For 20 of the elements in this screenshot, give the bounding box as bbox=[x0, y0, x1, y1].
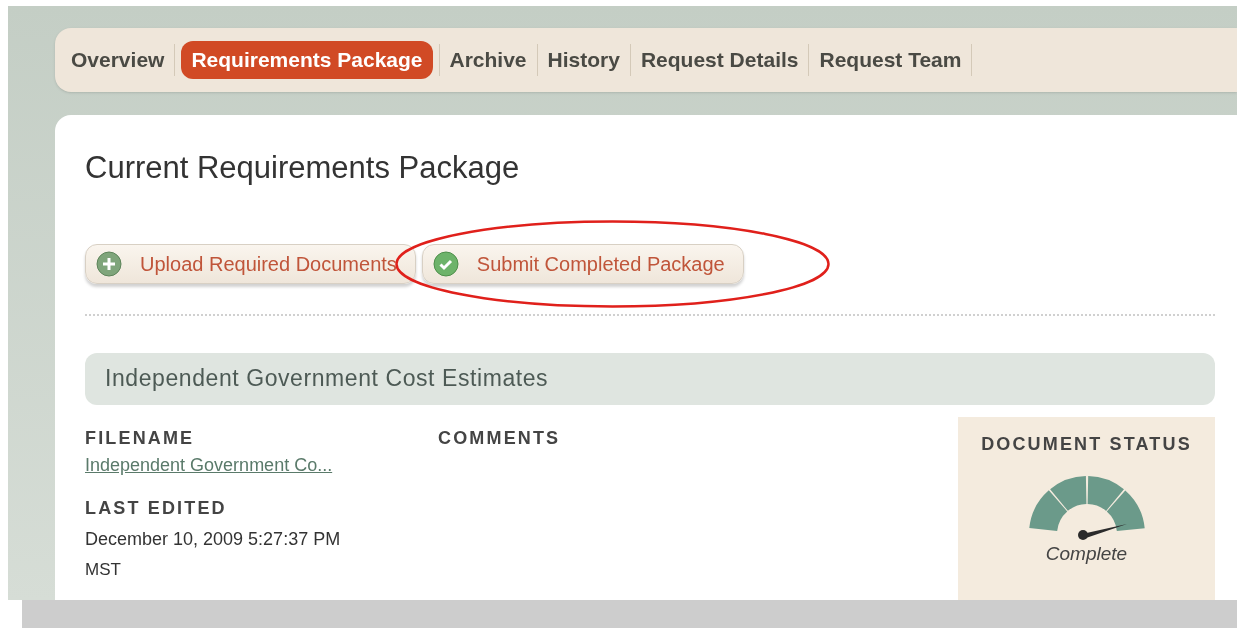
filename-link[interactable]: Independent Government Co... bbox=[85, 451, 333, 479]
comments-label: COMMENTS bbox=[438, 427, 561, 448]
plus-icon bbox=[96, 250, 122, 277]
tab[interactable]: History bbox=[543, 41, 624, 79]
filename-label: FILENAME bbox=[85, 426, 195, 450]
status-label: DOCUMENT STATUS bbox=[981, 432, 1192, 456]
last-edited-label: LAST EDITED bbox=[85, 496, 227, 520]
tab[interactable]: Request Team bbox=[815, 41, 966, 79]
section-header: Independent Government Cost Estimates bbox=[85, 352, 1215, 405]
tab[interactable]: Archive bbox=[445, 41, 531, 79]
tab[interactable]: Requirements Package bbox=[181, 41, 433, 79]
time-zone: MST bbox=[85, 558, 121, 581]
last-edited-date: December 10, 2009 5:27:37 PM bbox=[85, 527, 341, 551]
tab[interactable]: Request Details bbox=[636, 41, 803, 79]
page-title: Current Requirements Package bbox=[85, 149, 520, 187]
check-icon bbox=[432, 250, 459, 277]
status-value: Complete bbox=[1045, 541, 1128, 566]
tab[interactable]: Overview bbox=[67, 41, 169, 79]
action-button[interactable]: Upload Required Documents bbox=[85, 243, 416, 284]
action-button[interactable]: Submit Completed Package bbox=[421, 243, 744, 284]
